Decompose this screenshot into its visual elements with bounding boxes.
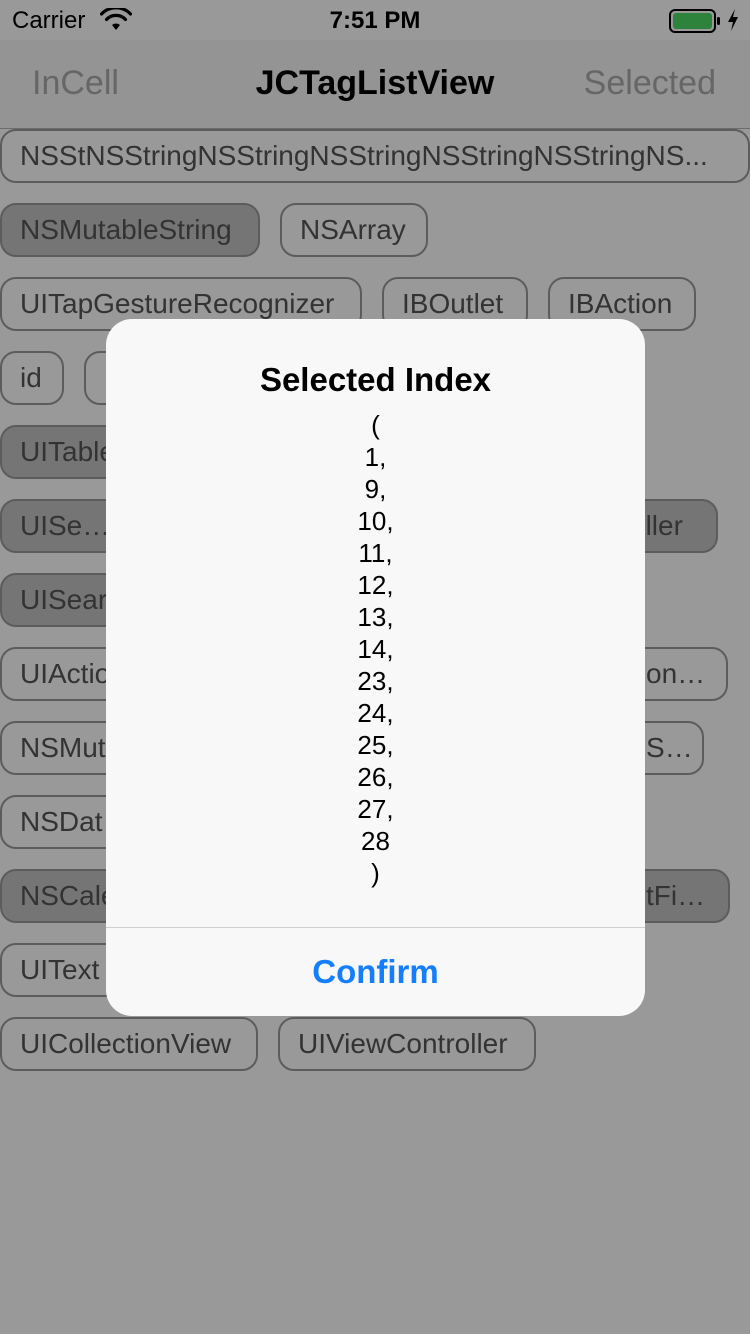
alert-message-line: 28 [361,826,390,856]
alert-dialog: Selected Index ( 1, 9, 10, 11, 12, 13, 1… [106,319,645,1016]
confirm-button[interactable]: Confirm [106,928,645,1016]
alert-message-line: 14, [357,634,394,664]
alert-message-line: 24, [357,698,394,728]
screen: Carrier 7:51 PM InCell JCTagListView Sel… [0,0,750,1334]
alert-message: ( 1, 9, 10, 11, 12, 13, 14, 23, 24, 25, … [106,409,645,889]
alert-message-line: 13, [357,602,394,632]
alert-message-line: 23, [357,666,394,696]
alert-title: Selected Index [259,361,492,398]
alert-message-line: 26, [357,762,394,792]
alert-message-line: 1, [364,442,387,472]
alert-message-line: ) [371,858,380,888]
alert-message-line: 27, [357,794,394,824]
alert-message-line: 25, [357,730,394,760]
alert-message-line: ( [371,410,380,440]
alert-message-line: 11, [358,538,393,568]
alert-message-line: 12, [357,570,394,600]
alert-message-line: 9, [364,474,387,504]
alert-message-line: 10, [357,506,394,536]
